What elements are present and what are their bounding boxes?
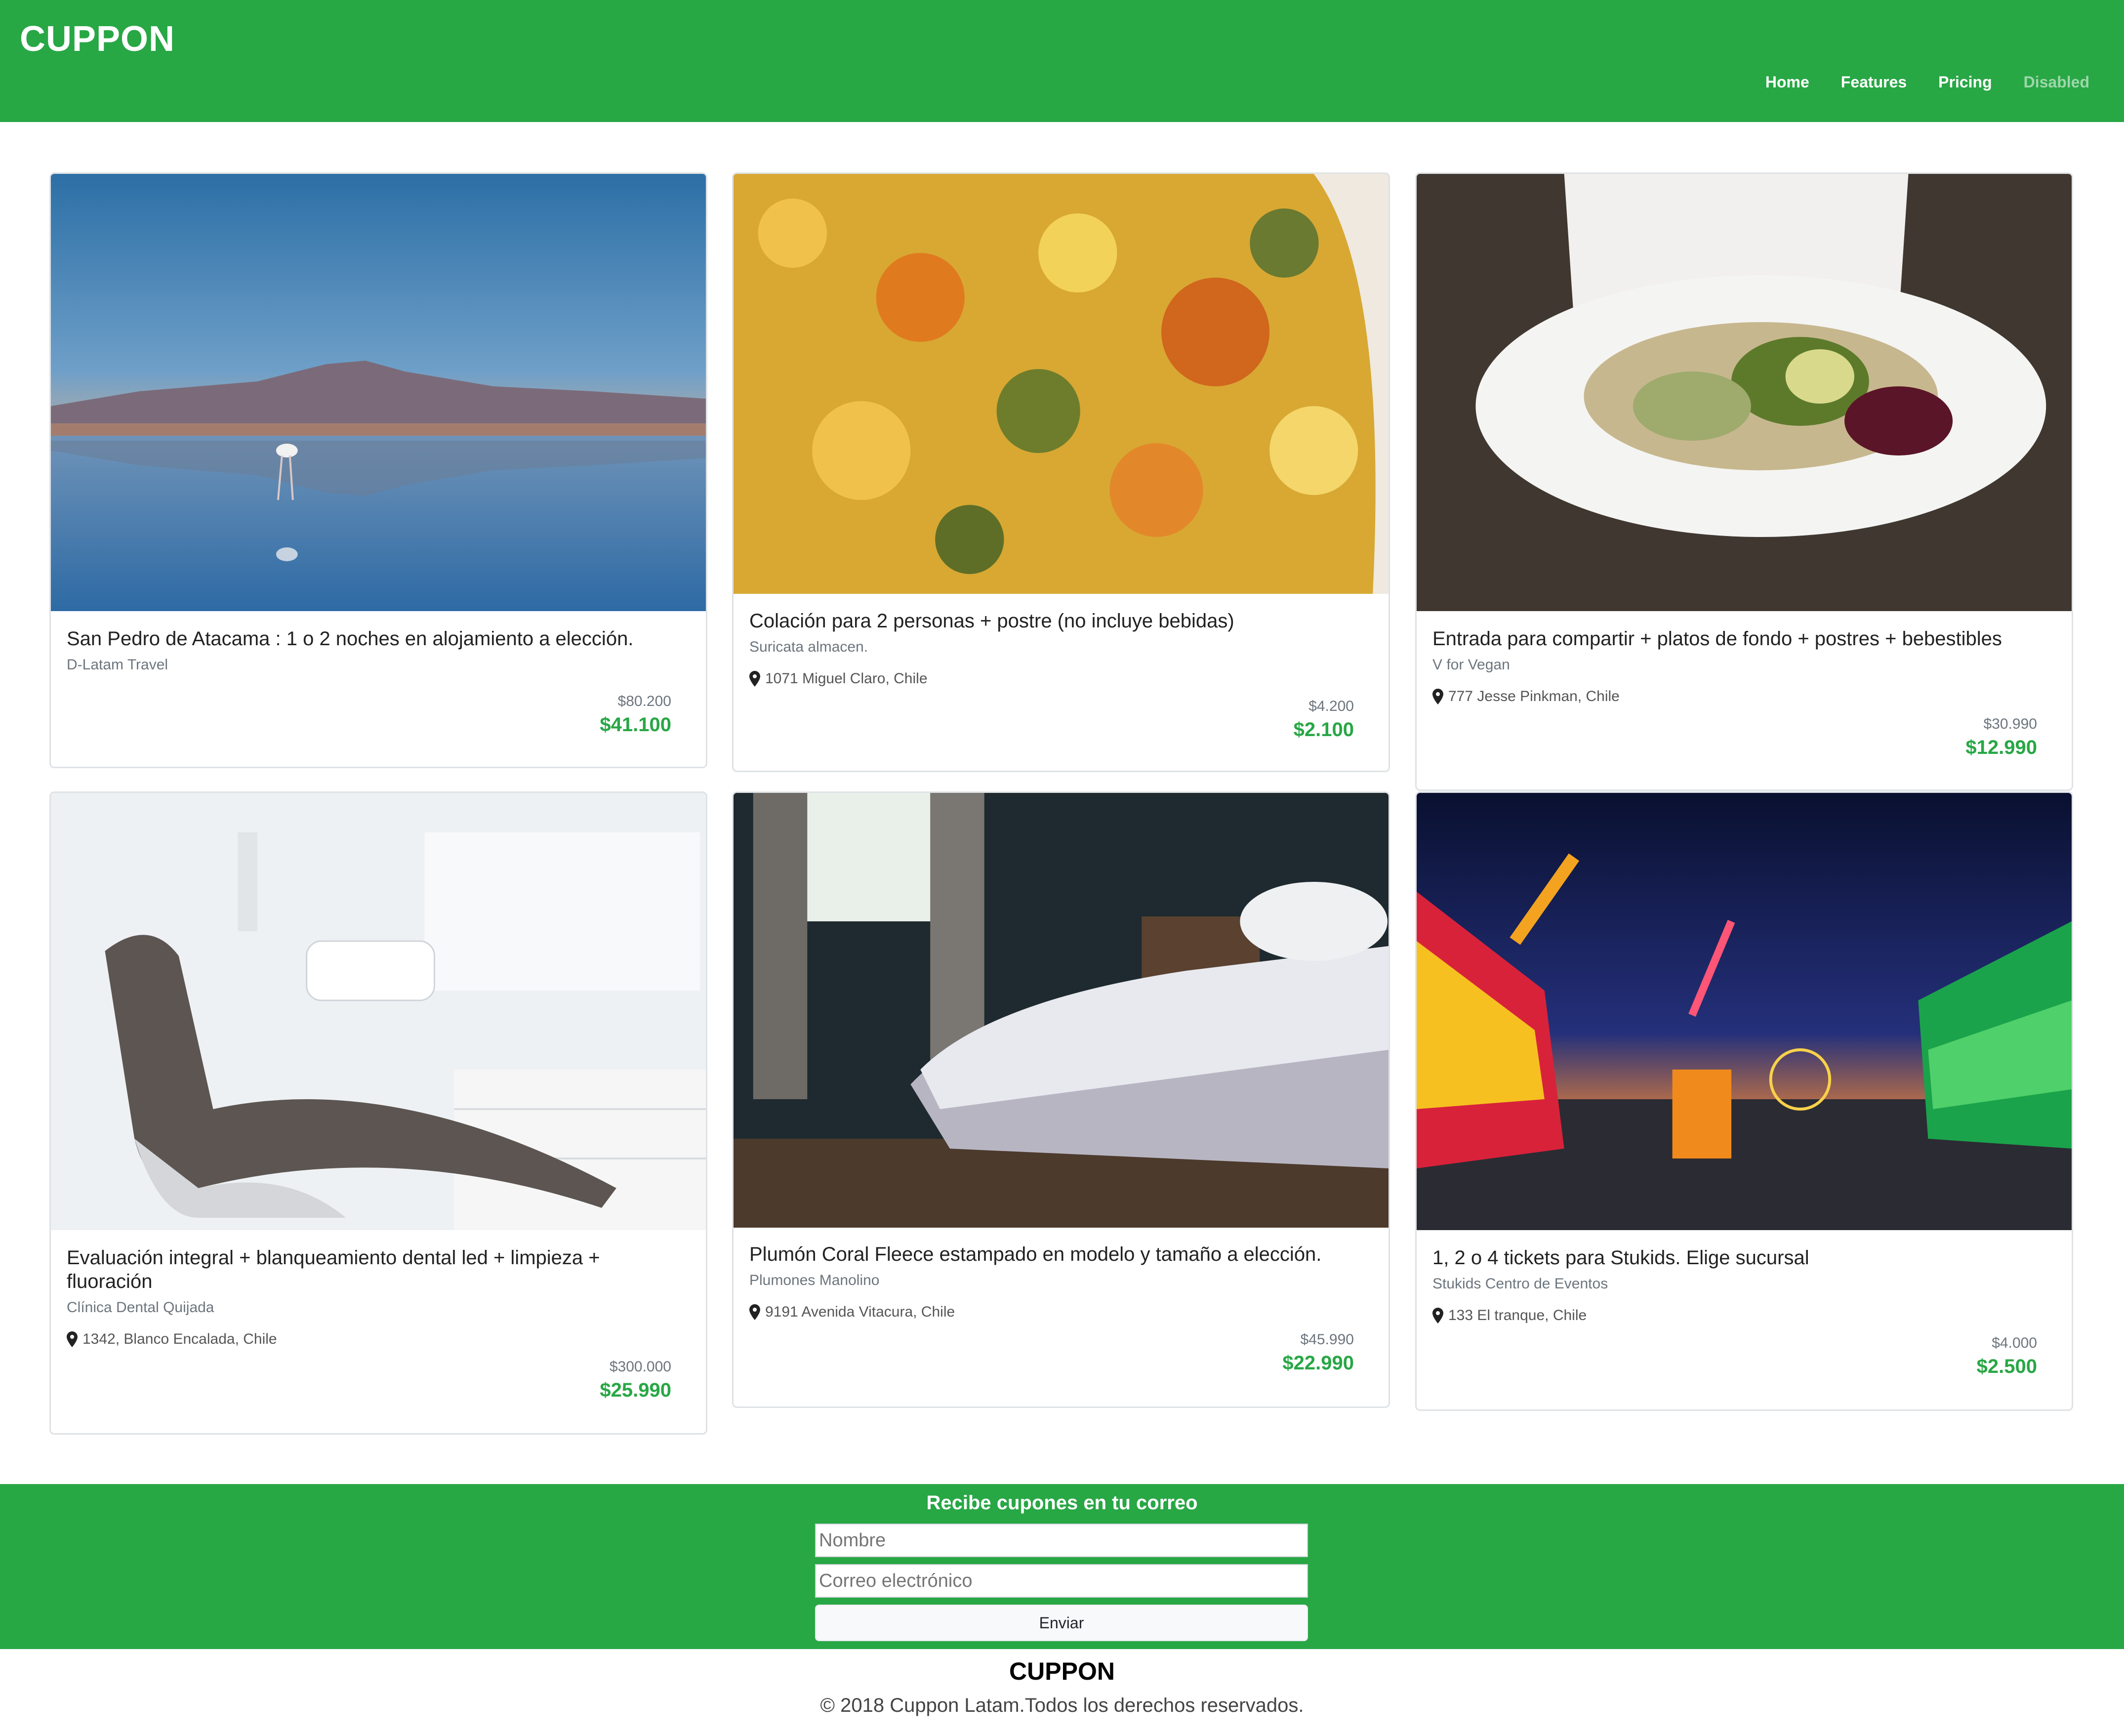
deal-card-body: Evaluación integral + blanqueamiento den… [67,1246,671,1402]
deal-image-vegan-plate[interactable] [1417,174,2072,611]
discount-price: $25.990 [600,1379,671,1401]
brand-logo[interactable]: CUPPON [20,19,175,59]
deal-card-body: Entrada para compartir + platos de fondo… [1432,627,2037,759]
location-pin-icon [749,671,760,687]
nav-pricing[interactable]: Pricing [1938,73,1992,91]
name-input[interactable] [815,1524,1308,1557]
deal-image-carnival[interactable] [1417,793,2072,1230]
location-pin-icon [749,1304,760,1320]
top-navbar: CUPPON Home Features Pricing Disabled [0,0,2124,122]
deal-address: 777 Jesse Pinkman, Chile [1432,688,2037,705]
email-input[interactable] [815,1564,1308,1598]
deal-address-text: 9191 Avenida Vitacura, Chile [765,1304,955,1320]
deal-provider: V for Vegan [1432,657,1510,673]
deal-image-stew[interactable] [734,174,1389,594]
deal-card-body: 1, 2 o 4 tickets para Stukids. Elige suc… [1432,1246,2037,1378]
deal-card[interactable]: San Pedro de Atacama : 1 o 2 noches en a… [49,172,707,768]
deal-address-text: 133 El tranque, Chile [1448,1307,1587,1323]
newsletter-title: Recibe cupones en tu correo [926,1492,1198,1514]
footer-brand: CUPPON [1009,1657,1115,1685]
original-price: $80.200 [617,693,671,709]
deal-image-dental-chair[interactable] [51,793,706,1230]
discount-price: $22.990 [1282,1352,1354,1374]
deal-title[interactable]: Entrada para compartir + platos de fondo… [1432,627,2037,651]
location-pin-icon [1432,1308,1443,1323]
deal-card-body: Plumón Coral Fleece estampado en modelo … [749,1242,1354,1374]
deal-title[interactable]: 1, 2 o 4 tickets para Stukids. Elige suc… [1432,1246,2037,1270]
discount-price: $41.100 [600,714,671,736]
deal-address: 9191 Avenida Vitacura, Chile [749,1304,1354,1321]
deal-image-flamingo-lake[interactable] [51,174,706,611]
deal-title[interactable]: Evaluación integral + blanqueamiento den… [67,1246,671,1293]
discount-price: $12.990 [1965,737,2037,758]
deal-card[interactable]: 1, 2 o 4 tickets para Stukids. Elige suc… [1415,791,2073,1411]
deal-provider: Plumones Manolino [749,1272,880,1288]
deal-title[interactable]: Colación para 2 personas + postre (no in… [749,609,1354,633]
deal-address: 133 El tranque, Chile [1432,1307,2037,1324]
original-price: $300.000 [609,1359,671,1375]
deal-card[interactable]: Entrada para compartir + platos de fondo… [1415,172,2073,791]
main-nav: Home Features Pricing Disabled [1765,73,2089,91]
deal-provider: Clínica Dental Quijada [67,1299,214,1316]
deal-card[interactable]: Evaluación integral + blanqueamiento den… [49,791,707,1435]
nav-features[interactable]: Features [1841,73,1907,91]
newsletter-section: Recibe cupones en tu correo Enviar [0,1484,2124,1649]
deal-address: 1071 Miguel Claro, Chile [749,670,1354,687]
deal-address-text: 1071 Miguel Claro, Chile [765,670,928,687]
original-price: $4.000 [1992,1335,2037,1351]
deal-address: 1342, Blanco Encalada, Chile [67,1331,671,1348]
deal-provider: D-Latam Travel [67,657,168,673]
location-pin-icon [1432,689,1443,704]
submit-button[interactable]: Enviar [815,1605,1308,1641]
original-price: $4.200 [1308,698,1354,714]
deal-provider: Stukids Centro de Eventos [1432,1276,1608,1292]
deal-card-body: San Pedro de Atacama : 1 o 2 noches en a… [67,627,671,736]
original-price: $30.990 [1983,716,2037,732]
deal-image-bed[interactable] [734,793,1389,1228]
deal-card[interactable]: Plumón Coral Fleece estampado en modelo … [732,791,1390,1408]
original-price: $45.990 [1300,1331,1354,1348]
deal-card[interactable]: Colación para 2 personas + postre (no in… [732,172,1390,772]
deal-provider: Suricata almacen. [749,639,868,655]
deal-card-body: Colación para 2 personas + postre (no in… [749,609,1354,741]
deal-title[interactable]: Plumón Coral Fleece estampado en modelo … [749,1242,1354,1266]
nav-home[interactable]: Home [1765,73,1809,91]
discount-price: $2.500 [1976,1356,2037,1377]
location-pin-icon [67,1331,78,1347]
footer-copyright: © 2018 Cuppon Latam.Todos los derechos r… [820,1695,1304,1716]
deal-address-text: 1342, Blanco Encalada, Chile [82,1331,277,1347]
deal-title[interactable]: San Pedro de Atacama : 1 o 2 noches en a… [67,627,671,651]
deal-address-text: 777 Jesse Pinkman, Chile [1448,688,1620,704]
nav-disabled: Disabled [2023,73,2089,91]
discount-price: $2.100 [1293,719,1354,741]
